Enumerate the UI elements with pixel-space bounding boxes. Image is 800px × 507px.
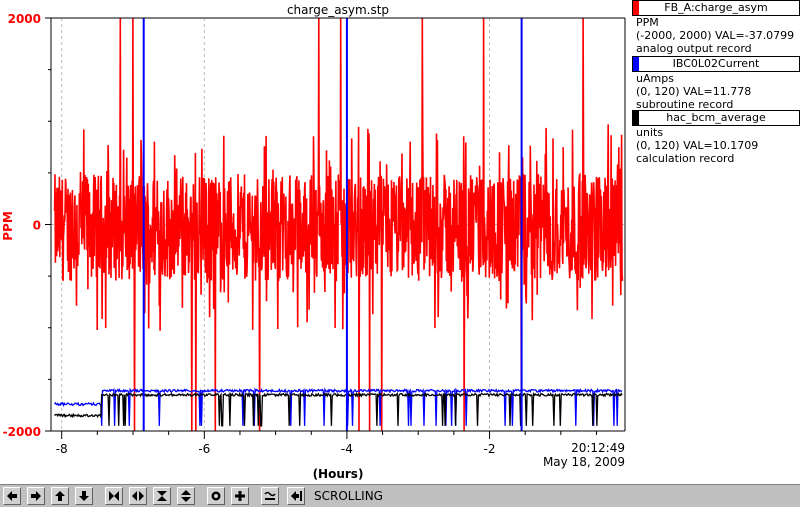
- x-axis-label: (Hours): [313, 467, 364, 481]
- date-label: May 18, 2009: [543, 455, 625, 469]
- plot-area: [53, 17, 624, 432]
- x-tick-label: -4: [341, 442, 353, 456]
- time-label: 20:12:49: [571, 441, 625, 455]
- arrow-left-icon[interactable]: [3, 487, 21, 505]
- zoom-out-y-icon[interactable]: [177, 487, 195, 505]
- chart: charge_asym.stp PPM (Hours) 20:12:49 May…: [1, 3, 626, 481]
- status-text: SCROLLING: [314, 489, 383, 503]
- legend-type: analog output record: [636, 42, 752, 55]
- legend-units: uAmps: [636, 72, 674, 85]
- legend-units: PPM: [636, 16, 659, 29]
- legend-range: (-2000, 2000) VAL=-37.0799: [636, 29, 795, 42]
- legend: FB_A:charge_asym PPM (-2000, 2000) VAL=-…: [632, 0, 800, 484]
- series-line-hac-bcm-average: [54, 391, 623, 427]
- zoom-in-x-icon[interactable]: [105, 487, 123, 505]
- circle-icon[interactable]: [207, 487, 225, 505]
- toolbar: SCROLLING: [0, 484, 800, 507]
- wave-icon[interactable]: [261, 487, 279, 505]
- arrow-up-icon[interactable]: [51, 487, 69, 505]
- x-tick-label: -2: [484, 442, 496, 456]
- zoom-in-y-icon[interactable]: [153, 487, 171, 505]
- arrow-down-icon[interactable]: [75, 487, 93, 505]
- legend-swatch-red: [633, 1, 639, 15]
- legend-units: units: [636, 126, 664, 139]
- arrow-right-icon[interactable]: [27, 487, 45, 505]
- zoom-out-x-icon[interactable]: [129, 487, 147, 505]
- y-tick-label: 2000: [8, 12, 41, 26]
- legend-box-ibc0l02current[interactable]: IBC0L02Current: [632, 56, 800, 72]
- legend-name: FB_A:charge_asym: [664, 1, 768, 14]
- legend-type: calculation record: [636, 152, 735, 165]
- legend-box-charge-asym[interactable]: FB_A:charge_asym: [632, 0, 800, 16]
- y-tick-label: -2000: [3, 425, 41, 439]
- x-tick-label: -6: [198, 442, 210, 456]
- legend-range: (0, 120) VAL=10.1709: [636, 139, 759, 152]
- legend-name: hac_bcm_average: [666, 111, 766, 124]
- x-tick-label: -8: [56, 442, 68, 456]
- legend-box-hac-bcm-average[interactable]: hac_bcm_average: [632, 110, 800, 126]
- arrow-bar-icon[interactable]: [287, 487, 305, 505]
- chart-title: charge_asym.stp: [287, 3, 389, 17]
- series-line-charge-asym: [53, 17, 624, 432]
- y-axis-label: PPM: [1, 211, 15, 241]
- legend-name: IBC0L02Current: [672, 57, 760, 70]
- legend-swatch-blue: [633, 57, 639, 71]
- y-tick-label: 0: [33, 219, 41, 233]
- plus-icon[interactable]: [231, 487, 249, 505]
- legend-swatch-black: [633, 111, 639, 125]
- legend-range: (0, 120) VAL=11.778: [636, 85, 752, 98]
